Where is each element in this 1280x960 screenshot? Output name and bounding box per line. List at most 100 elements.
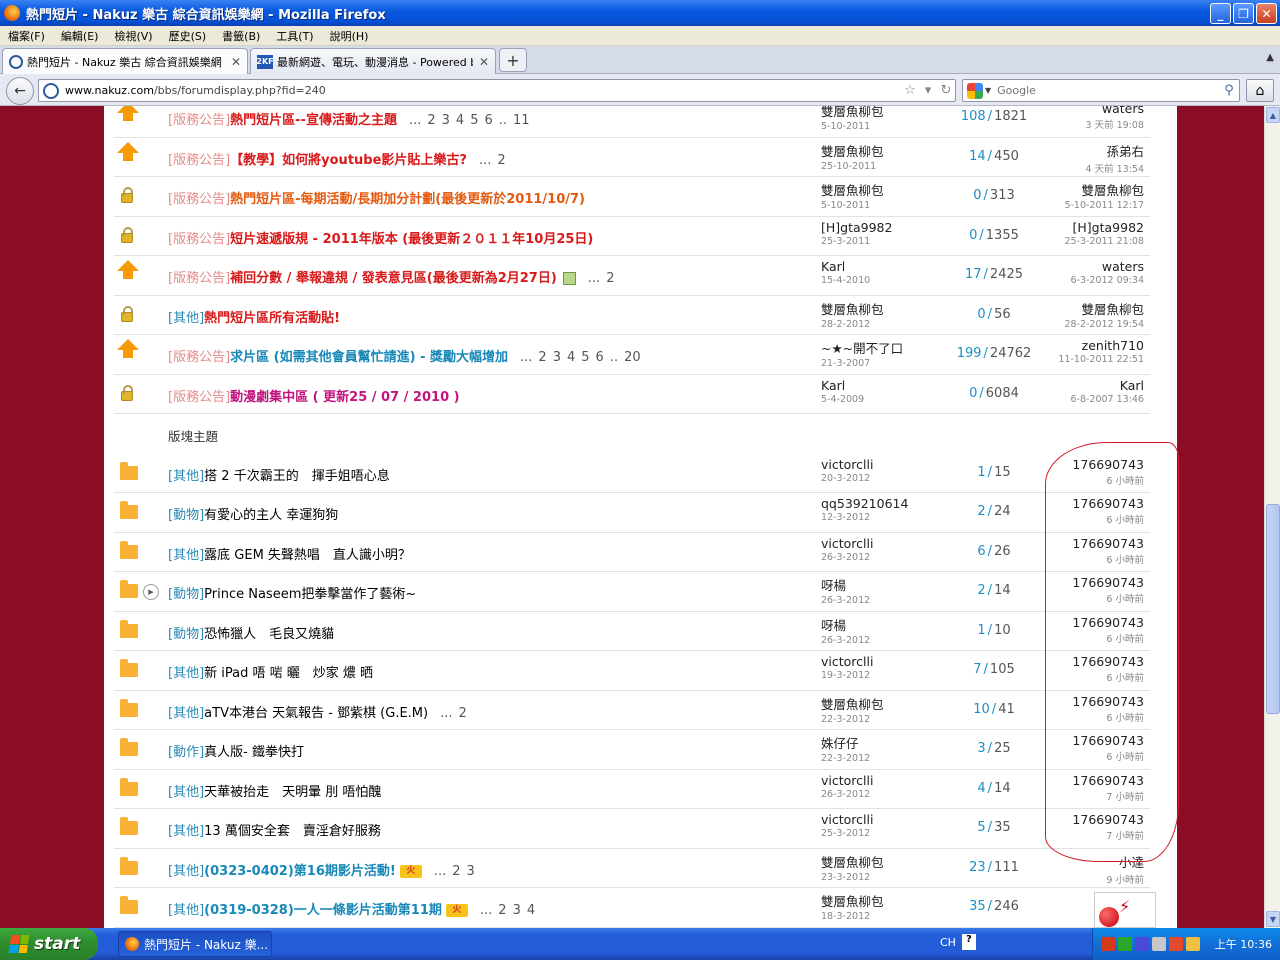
vertical-scrollbar[interactable]: ▲ ▼ <box>1264 106 1280 928</box>
lock-icon[interactable] <box>121 187 133 203</box>
search-box[interactable]: ▼ ⚲ <box>962 79 1240 102</box>
thread-category-link[interactable]: [版務公告] <box>168 390 230 405</box>
page-link[interactable]: 2 <box>538 350 546 365</box>
close-tab-icon[interactable]: ✕ <box>479 55 489 69</box>
menu-tools[interactable]: 工具(T) <box>268 28 321 44</box>
author-link[interactable]: 呀楊 <box>821 578 846 593</box>
thread-category-link[interactable]: [版務公告] <box>168 153 230 168</box>
bookmark-star-icon[interactable]: ☆ <box>901 83 919 98</box>
last-post-time[interactable]: 28-2-2012 19:54 <box>1004 319 1144 330</box>
last-post-user[interactable]: 雙層魚柳包 <box>1081 183 1144 198</box>
close-button[interactable]: ✕ <box>1256 3 1277 24</box>
thread-title-link[interactable]: (0319-0328)一人一條影片活動第11期 <box>204 903 442 918</box>
page-link[interactable]: ... <box>440 706 452 721</box>
thread-category-link[interactable]: [其他] <box>168 903 204 918</box>
pinned-arrow-icon[interactable] <box>117 106 139 121</box>
page-link[interactable]: 20 <box>624 350 641 365</box>
folder-icon[interactable] <box>120 659 138 677</box>
thread-category-link[interactable]: [動物] <box>168 508 204 523</box>
page-link[interactable]: 11 <box>513 113 530 128</box>
author-link[interactable]: 雙層魚柳包 <box>821 106 884 119</box>
folder-icon[interactable] <box>120 856 138 875</box>
help-icon[interactable]: ? <box>961 934 976 950</box>
folder-icon[interactable] <box>120 461 138 480</box>
page-link[interactable]: 6 <box>596 350 604 365</box>
folder-icon[interactable] <box>120 580 138 598</box>
scroll-down-icon[interactable]: ▼ <box>1266 911 1280 927</box>
thread-title-link[interactable]: 有愛心的主人 幸運狗狗 <box>204 508 338 523</box>
tray-display-icon[interactable] <box>1152 937 1166 951</box>
page-link[interactable]: .. <box>610 350 618 365</box>
thread-title-link[interactable]: 露底 GEM 失聲熱唱 直人識小明？ <box>204 548 411 563</box>
thread-title-link[interactable]: 短片速遞版規 - 2011年版本 (最後更新２０１１年10月25日) <box>230 232 593 247</box>
folder-icon[interactable] <box>120 698 138 717</box>
thread-category-link[interactable]: [其他] <box>168 864 204 879</box>
lock-icon[interactable] <box>121 305 133 322</box>
author-link[interactable]: [H]gta9982 <box>821 220 892 235</box>
author-link[interactable]: 雙層魚柳包 <box>821 302 884 317</box>
tray-shield-icon[interactable] <box>1118 937 1132 951</box>
page-link[interactable]: ... <box>434 864 446 879</box>
search-engine-dropdown-icon[interactable]: ▼ <box>985 86 991 95</box>
thread-title-link[interactable]: 【教學】如何將youtube影片貼上樂古? <box>230 153 467 168</box>
tab-2kf[interactable]: 2KF 最新網遊、電玩、動漫消息 - Powered b... ✕ <box>250 48 496 74</box>
page-link[interactable]: ... <box>479 153 491 168</box>
author-link[interactable]: qq539210614 <box>821 496 908 511</box>
tray-volume-icon[interactable] <box>1101 937 1115 951</box>
lock-icon[interactable] <box>121 384 133 401</box>
menu-edit[interactable]: 編輯(E) <box>53 28 107 44</box>
last-post-user[interactable]: zenith710 <box>1082 338 1144 353</box>
last-post-time[interactable]: 5-10-2011 12:17 <box>1004 200 1144 211</box>
new-tab-button[interactable]: + <box>499 48 527 72</box>
thread-category-link[interactable]: [動物] <box>168 587 204 602</box>
page-link[interactable]: 5 <box>470 113 478 128</box>
thread-title-link[interactable]: 動漫劇集中區 ( 更新25 / 07 / 2010 ) <box>230 390 459 405</box>
page-link[interactable]: ... <box>409 113 421 128</box>
author-link[interactable]: Karl <box>821 378 845 393</box>
start-button[interactable]: start <box>0 928 98 960</box>
thread-title-link[interactable]: 新 iPad 唔 啱 曬 炒家 燶 晒 <box>204 666 373 681</box>
language-indicator[interactable]: CH <box>940 936 956 949</box>
author-link[interactable]: victorclli <box>821 812 873 827</box>
author-link[interactable]: 雙層魚柳包 <box>821 183 884 198</box>
author-link[interactable]: 雙層魚柳包 <box>821 697 884 712</box>
thread-category-link[interactable]: [版務公告] <box>168 232 230 247</box>
search-input[interactable] <box>997 84 1219 97</box>
last-post-user[interactable]: waters <box>1102 106 1144 116</box>
thread-title-link[interactable]: 搭 2 千次霸王的 揮手姐唔心息 <box>204 469 390 484</box>
pinned-arrow-icon[interactable] <box>117 339 139 358</box>
tray-network-icon[interactable] <box>1135 937 1149 951</box>
author-link[interactable]: 呀楊 <box>821 618 846 633</box>
thread-title-link[interactable]: 熱門短片區所有活動貼! <box>204 311 340 326</box>
page-link[interactable]: 5 <box>581 350 589 365</box>
last-post-avatar[interactable]: ⚡ <box>1094 892 1156 928</box>
folder-icon[interactable] <box>120 817 138 835</box>
author-link[interactable]: 雙層魚柳包 <box>821 855 884 870</box>
thread-category-link[interactable]: [其他] <box>168 666 204 681</box>
pinned-arrow-icon[interactable] <box>117 141 139 161</box>
scroll-up-icon[interactable]: ▲ <box>1266 107 1280 123</box>
folder-icon[interactable] <box>120 738 138 756</box>
tray-util-icon[interactable] <box>1186 937 1200 951</box>
author-link[interactable]: 雙層魚柳包 <box>821 144 884 159</box>
thread-category-link[interactable]: [版務公告] <box>168 192 230 207</box>
lock-icon[interactable] <box>121 226 133 243</box>
last-post-time[interactable]: 25-3-2011 21:08 <box>1004 236 1144 247</box>
folder-icon[interactable] <box>120 501 138 519</box>
menu-file[interactable]: 檔案(F) <box>0 28 53 44</box>
page-link[interactable]: .. <box>499 113 507 128</box>
thread-category-link[interactable]: [版務公告] <box>168 113 230 128</box>
thread-category-link[interactable]: [其他] <box>168 824 204 839</box>
thread-title-link[interactable]: 天華被抬走 天明暈 刖 唔怕醜 <box>204 785 381 800</box>
last-post-time[interactable]: 6-3-2012 09:34 <box>1004 275 1144 286</box>
author-link[interactable]: victorclli <box>821 773 873 788</box>
last-post-time[interactable]: 3 天前 19:08 <box>1004 117 1144 131</box>
author-link[interactable]: victorclli <box>821 536 873 551</box>
url-dropdown-icon[interactable]: ▾ <box>919 83 937 98</box>
home-button[interactable]: ⌂ <box>1246 79 1274 102</box>
thread-category-link[interactable]: [其他] <box>168 785 204 800</box>
thread-title-link[interactable]: 13 萬個安全套 賣淫倉好服務 <box>204 824 381 839</box>
folder-icon[interactable] <box>120 777 138 796</box>
folder-icon[interactable] <box>120 896 138 914</box>
back-button[interactable]: ← <box>6 77 34 105</box>
